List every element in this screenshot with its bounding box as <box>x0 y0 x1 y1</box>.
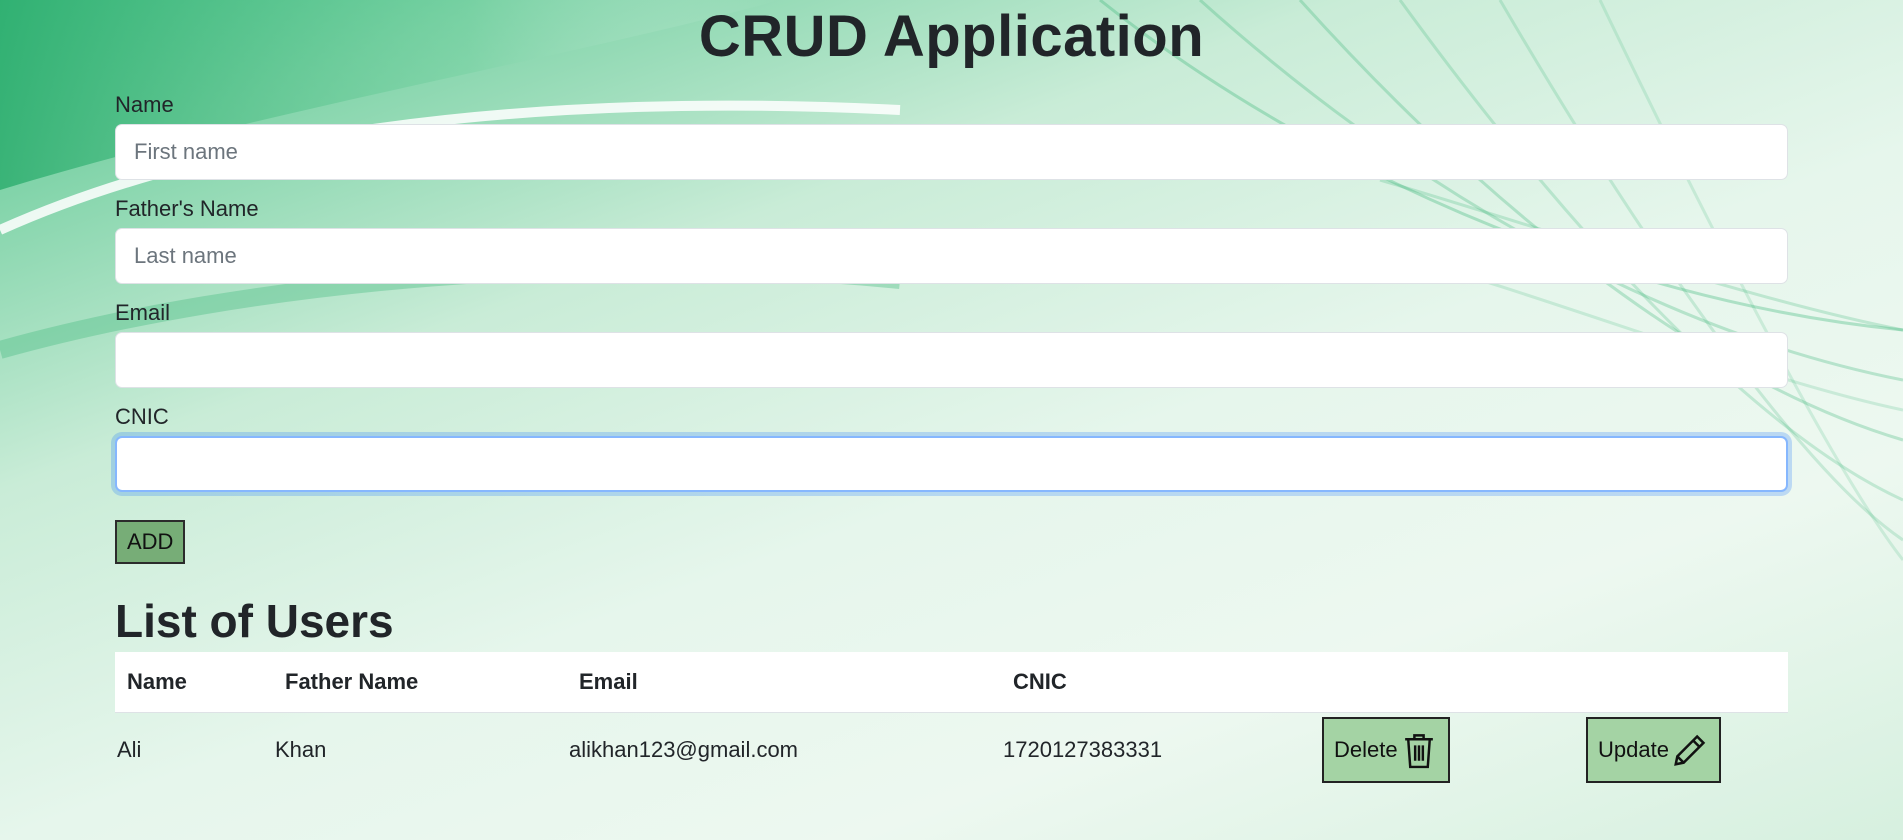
delete-label: Delete <box>1334 736 1398 762</box>
column-header-email: Email <box>567 652 1001 713</box>
add-button[interactable]: ADD <box>115 520 186 564</box>
delete-button[interactable]: Delete <box>1322 716 1450 783</box>
father-name-input[interactable] <box>115 228 1788 284</box>
list-title: List of Users <box>115 595 394 647</box>
update-button[interactable]: Update <box>1586 716 1721 783</box>
cell-cnic: 1720127383331 <box>1003 736 1163 762</box>
name-group: Name <box>115 86 1788 190</box>
email-input[interactable] <box>115 332 1788 388</box>
page-title: CRUD Application <box>698 4 1205 69</box>
name-label: Name <box>115 92 174 117</box>
table-row: Ali Khan alikhan123@gmail.com 1720127383… <box>115 712 1788 787</box>
cnic-group: CNIC <box>115 398 1788 502</box>
column-header-cnic: CNIC <box>1001 652 1320 713</box>
cnic-input[interactable] <box>115 436 1788 492</box>
cell-delete: Delete <box>1320 712 1584 787</box>
cell-update: Update <box>1584 712 1788 787</box>
name-input[interactable] <box>115 124 1788 180</box>
father-name-label: Father's Name <box>115 196 259 221</box>
column-header-father-name: Father Name <box>273 652 567 713</box>
cell-father-name: Khan <box>275 736 327 762</box>
column-header-delete <box>1320 652 1584 713</box>
column-header-update <box>1584 652 1788 713</box>
pencil-icon <box>1674 734 1706 766</box>
trash-icon <box>1404 733 1433 768</box>
update-label: Update <box>1598 736 1669 762</box>
cell-email: alikhan123@gmail.com <box>569 736 799 762</box>
crud-page: CRUD Application Name Father's Name Emai… <box>115 0 1788 787</box>
email-group: Email <box>115 294 1788 398</box>
email-label: Email <box>115 300 171 325</box>
table-header-row: Name Father Name Email CNIC <box>115 652 1788 713</box>
cnic-label: CNIC <box>115 404 169 429</box>
cell-name: Ali <box>117 736 142 762</box>
column-header-name: Name <box>115 652 273 713</box>
father-name-group: Father's Name <box>115 190 1788 294</box>
users-table: Name Father Name Email CNIC Ali Khan ali… <box>115 652 1788 787</box>
